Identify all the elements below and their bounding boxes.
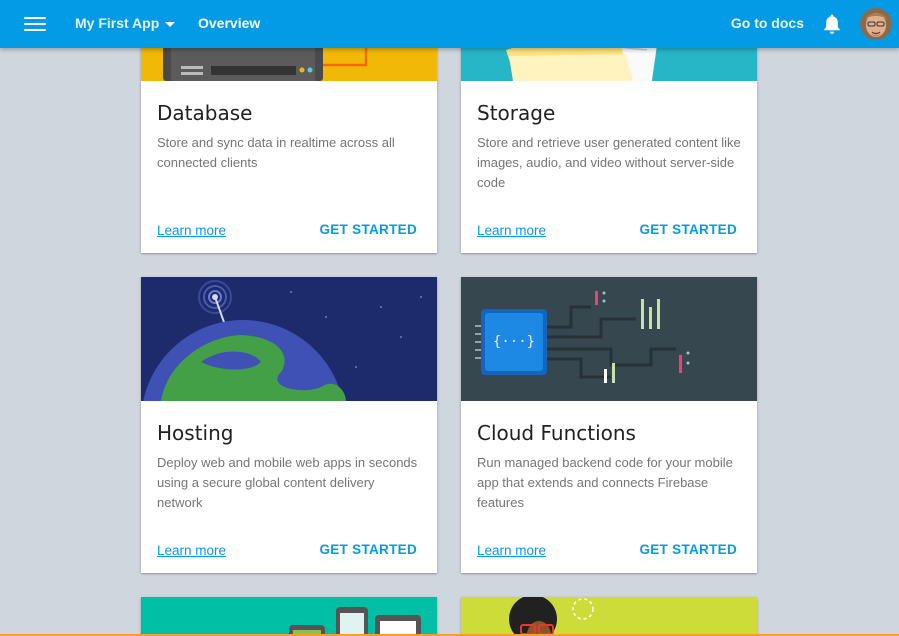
card-description: Store and retrieve user generated conten…	[477, 135, 741, 190]
avatar[interactable]	[860, 8, 892, 40]
card-title: Hosting	[157, 421, 234, 445]
project-selector[interactable]: My First App	[75, 15, 159, 31]
top-app-bar: My First App Overview Go to docs	[0, 0, 899, 48]
card-title: Storage	[477, 101, 556, 125]
card-description: Store and sync data in realtime across a…	[157, 135, 395, 170]
learn-more-link[interactable]: Learn more	[157, 543, 226, 558]
learn-more-link[interactable]: Learn more	[477, 543, 546, 558]
chevron-down-icon[interactable]	[165, 22, 175, 27]
card-title: Database	[157, 101, 253, 125]
menu-icon[interactable]	[24, 14, 46, 34]
card-description: Run managed backend code for your mobile…	[477, 455, 733, 510]
get-started-button[interactable]: GET STARTED	[639, 542, 737, 557]
go-to-docs-link[interactable]: Go to docs	[731, 15, 804, 31]
get-started-button[interactable]: GET STARTED	[319, 542, 417, 557]
card-partial-left	[141, 597, 437, 636]
learn-more-link[interactable]: Learn more	[477, 223, 546, 238]
card-partial-right	[461, 597, 757, 636]
cloud-functions-illustration: {···}	[461, 277, 757, 401]
partial-illustration	[461, 597, 757, 636]
partial-illustration	[141, 597, 437, 636]
get-started-button[interactable]: GET STARTED	[319, 222, 417, 237]
get-started-button[interactable]: GET STARTED	[639, 222, 737, 237]
learn-more-link[interactable]: Learn more	[157, 223, 226, 238]
card-hosting: Hosting Deploy web and mobile web apps i…	[141, 277, 437, 573]
card-title: Cloud Functions	[477, 421, 636, 445]
svg-text:{···}: {···}	[493, 334, 535, 350]
bell-icon[interactable]	[822, 13, 842, 35]
card-cloud-functions: {···} Cloud Functions Run managed backen…	[461, 277, 757, 573]
card-description: Deploy web and mobile web apps in second…	[157, 455, 418, 510]
hosting-illustration	[141, 277, 437, 401]
page-title: Overview	[198, 15, 261, 31]
